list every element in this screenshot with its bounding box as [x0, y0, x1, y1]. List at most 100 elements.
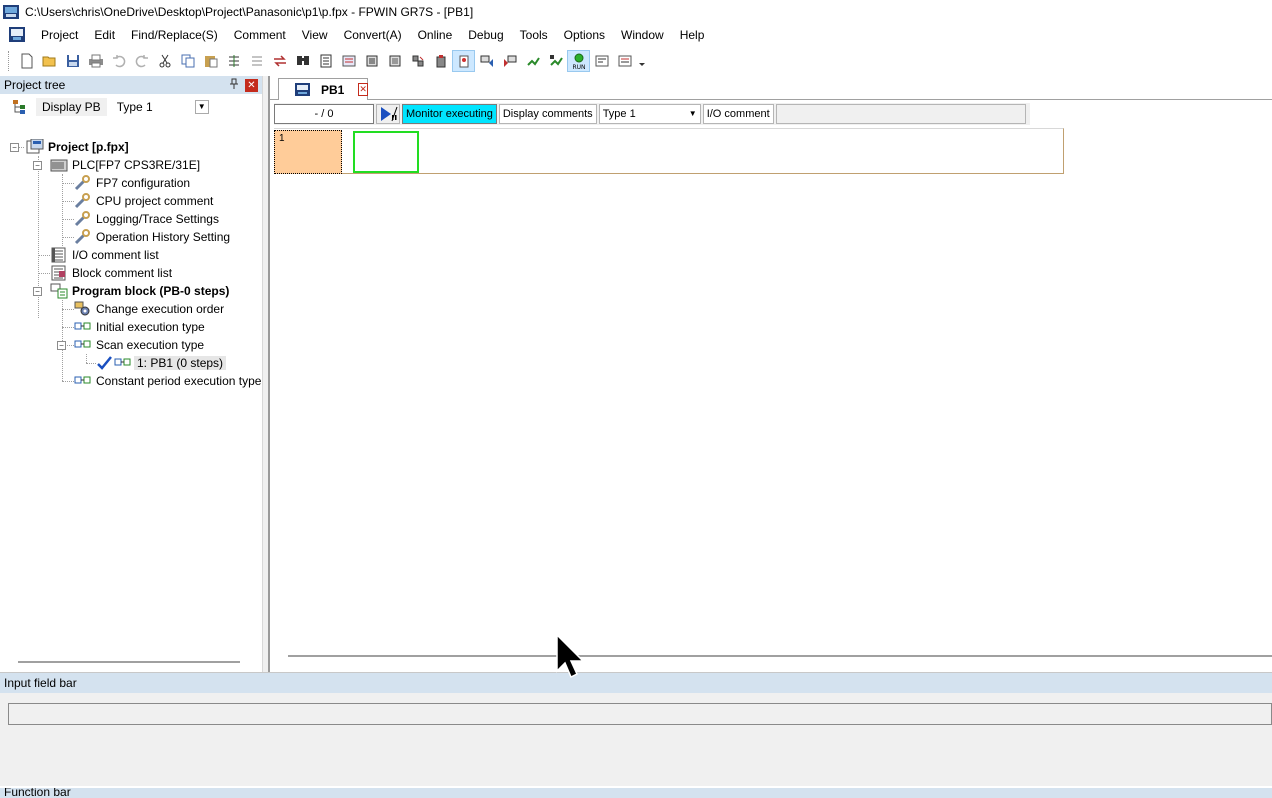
- monitor-toggle-icon[interactable]: [376, 104, 400, 124]
- ladder-cursor[interactable]: [353, 131, 419, 173]
- ladder-diagram[interactable]: 1: [274, 128, 1064, 174]
- chevron-down-icon[interactable]: ▼: [686, 105, 700, 123]
- print-icon[interactable]: [84, 50, 107, 72]
- convert-icon[interactable]: [314, 50, 337, 72]
- monitor-status[interactable]: Monitor executing: [402, 104, 497, 124]
- settings-wrench-icon: [74, 175, 90, 191]
- display-settings-icon[interactable]: [613, 50, 636, 72]
- display-comments-button[interactable]: Display comments: [498, 104, 597, 124]
- tree-node-initial-exec[interactable]: Initial execution type: [74, 318, 205, 336]
- function-bar-title: Function bar: [4, 788, 71, 798]
- undo-icon[interactable]: [107, 50, 130, 72]
- project-tree-close-icon[interactable]: ✕: [245, 78, 258, 92]
- tab-close-icon[interactable]: ✕: [358, 83, 368, 96]
- display-pb-button[interactable]: Display PB: [36, 98, 107, 116]
- line-number-cell[interactable]: 1: [274, 130, 342, 174]
- menu-help[interactable]: Help: [672, 25, 713, 45]
- tree-node-io-comment[interactable]: I/O comment list: [50, 246, 159, 264]
- menu-project[interactable]: Project: [33, 25, 86, 45]
- tree-node-plc[interactable]: PLC[FP7 CPS3RE/31E]: [50, 156, 200, 174]
- download-icon[interactable]: [475, 50, 498, 72]
- address-display: - / 0: [274, 104, 374, 124]
- compare-icon[interactable]: [521, 50, 544, 72]
- online-icon[interactable]: [383, 50, 406, 72]
- project-tree: − − − − Project [p.fpx] PLC[FP7 CPS3RE/3…: [0, 120, 262, 640]
- checkmark-icon: [96, 355, 112, 371]
- menu-comment[interactable]: Comment: [226, 25, 294, 45]
- tree-node-change-order[interactable]: Change execution order: [74, 300, 224, 318]
- scan-exec-collapse-toggle[interactable]: −: [57, 341, 66, 350]
- tree-node-scan-exec[interactable]: Scan execution type: [74, 336, 204, 354]
- paste-icon[interactable]: [199, 50, 222, 72]
- pin-icon[interactable]: [227, 78, 241, 92]
- plc-icon[interactable]: [452, 49, 475, 72]
- editor-type-select[interactable]: Type 1 ▼: [598, 104, 701, 124]
- tab-pb1[interactable]: PB1 ✕: [278, 78, 368, 100]
- block-icon[interactable]: [337, 50, 360, 72]
- function-bar: Function bar: [0, 788, 1272, 798]
- transfer-icon[interactable]: [268, 50, 291, 72]
- project-collapse-toggle[interactable]: −: [10, 143, 19, 152]
- tree-node-project[interactable]: Project [p.fpx]: [26, 138, 129, 156]
- program-block-icon: [50, 283, 68, 299]
- tree-node-cpu-comment[interactable]: CPU project comment: [74, 192, 213, 210]
- redo-icon[interactable]: [130, 50, 153, 72]
- new-icon[interactable]: [15, 50, 38, 72]
- toolbar-grip[interactable]: [8, 50, 11, 71]
- program-block-collapse-toggle[interactable]: −: [33, 287, 42, 296]
- app-icon: [3, 4, 21, 20]
- menu-edit[interactable]: Edit: [86, 25, 123, 45]
- menu-view[interactable]: View: [294, 25, 336, 45]
- upload-icon[interactable]: [498, 50, 521, 72]
- tree-type-select[interactable]: Type 1 ▼: [113, 98, 209, 116]
- tree-horizontal-scrollbar[interactable]: [18, 661, 240, 663]
- delete-row-icon[interactable]: [245, 50, 268, 72]
- run-mode-icon[interactable]: [544, 50, 567, 72]
- list-icon: [50, 265, 66, 281]
- exec-type-icon: [74, 373, 91, 389]
- tree-node-fp7-config[interactable]: FP7 configuration: [74, 174, 190, 192]
- cut-icon[interactable]: [153, 50, 176, 72]
- tree-node-program-block[interactable]: Program block (PB-0 steps): [50, 282, 229, 300]
- dropdown-icon[interactable]: [636, 50, 648, 72]
- monitor-icon[interactable]: [360, 50, 383, 72]
- save-icon[interactable]: [61, 50, 84, 72]
- run-icon[interactable]: RUN: [567, 49, 590, 72]
- menu-find-replace[interactable]: Find/Replace(S): [123, 25, 226, 45]
- tree-node-history[interactable]: Operation History Setting: [74, 228, 230, 246]
- insert-row-icon[interactable]: [222, 50, 245, 72]
- tree-view-icon[interactable]: [12, 99, 30, 115]
- tree-node-label: Logging/Trace Settings: [96, 212, 219, 226]
- chevron-down-icon[interactable]: ▼: [194, 100, 209, 114]
- menu-convert[interactable]: Convert(A): [336, 25, 410, 45]
- tree-node-label: I/O comment list: [72, 248, 159, 262]
- menu-options[interactable]: Options: [556, 25, 613, 45]
- settings-wrench-icon: [74, 211, 90, 227]
- document-window-icon[interactable]: [9, 27, 27, 43]
- status-icon[interactable]: [590, 50, 613, 72]
- mouse-pointer-icon: [556, 633, 586, 680]
- tree-node-pb1[interactable]: 1: PB1 (0 steps): [96, 354, 227, 372]
- open-icon[interactable]: [38, 50, 61, 72]
- project-tree-title: Project tree: [4, 78, 66, 92]
- forcing-icon[interactable]: [429, 50, 452, 72]
- menu-debug[interactable]: Debug: [460, 25, 511, 45]
- tree-node-logging[interactable]: Logging/Trace Settings: [74, 210, 219, 228]
- copy-icon[interactable]: [176, 50, 199, 72]
- menu-window[interactable]: Window: [613, 25, 672, 45]
- editor-tab-strip: PB1 ✕: [270, 76, 1272, 100]
- find-icon[interactable]: [291, 50, 314, 72]
- input-field-bar-title: Input field bar: [0, 673, 1272, 693]
- menu-online[interactable]: Online: [410, 25, 461, 45]
- svg-text:RUN: RUN: [572, 64, 585, 70]
- tree-node-constant-exec[interactable]: Constant period execution type: [74, 372, 261, 390]
- input-field[interactable]: [8, 703, 1272, 725]
- program-icon[interactable]: [406, 50, 429, 72]
- tree-node-block-comment[interactable]: Block comment list: [50, 264, 172, 282]
- plc-collapse-toggle[interactable]: −: [33, 161, 42, 170]
- menu-tools[interactable]: Tools: [512, 25, 556, 45]
- tree-node-label: Program block (PB-0 steps): [72, 284, 230, 298]
- project-tree-controls: Display PB Type 1 ▼: [0, 94, 262, 120]
- io-comment-button[interactable]: I/O comment: [702, 104, 774, 124]
- editor-horizontal-scrollbar[interactable]: [288, 655, 1272, 657]
